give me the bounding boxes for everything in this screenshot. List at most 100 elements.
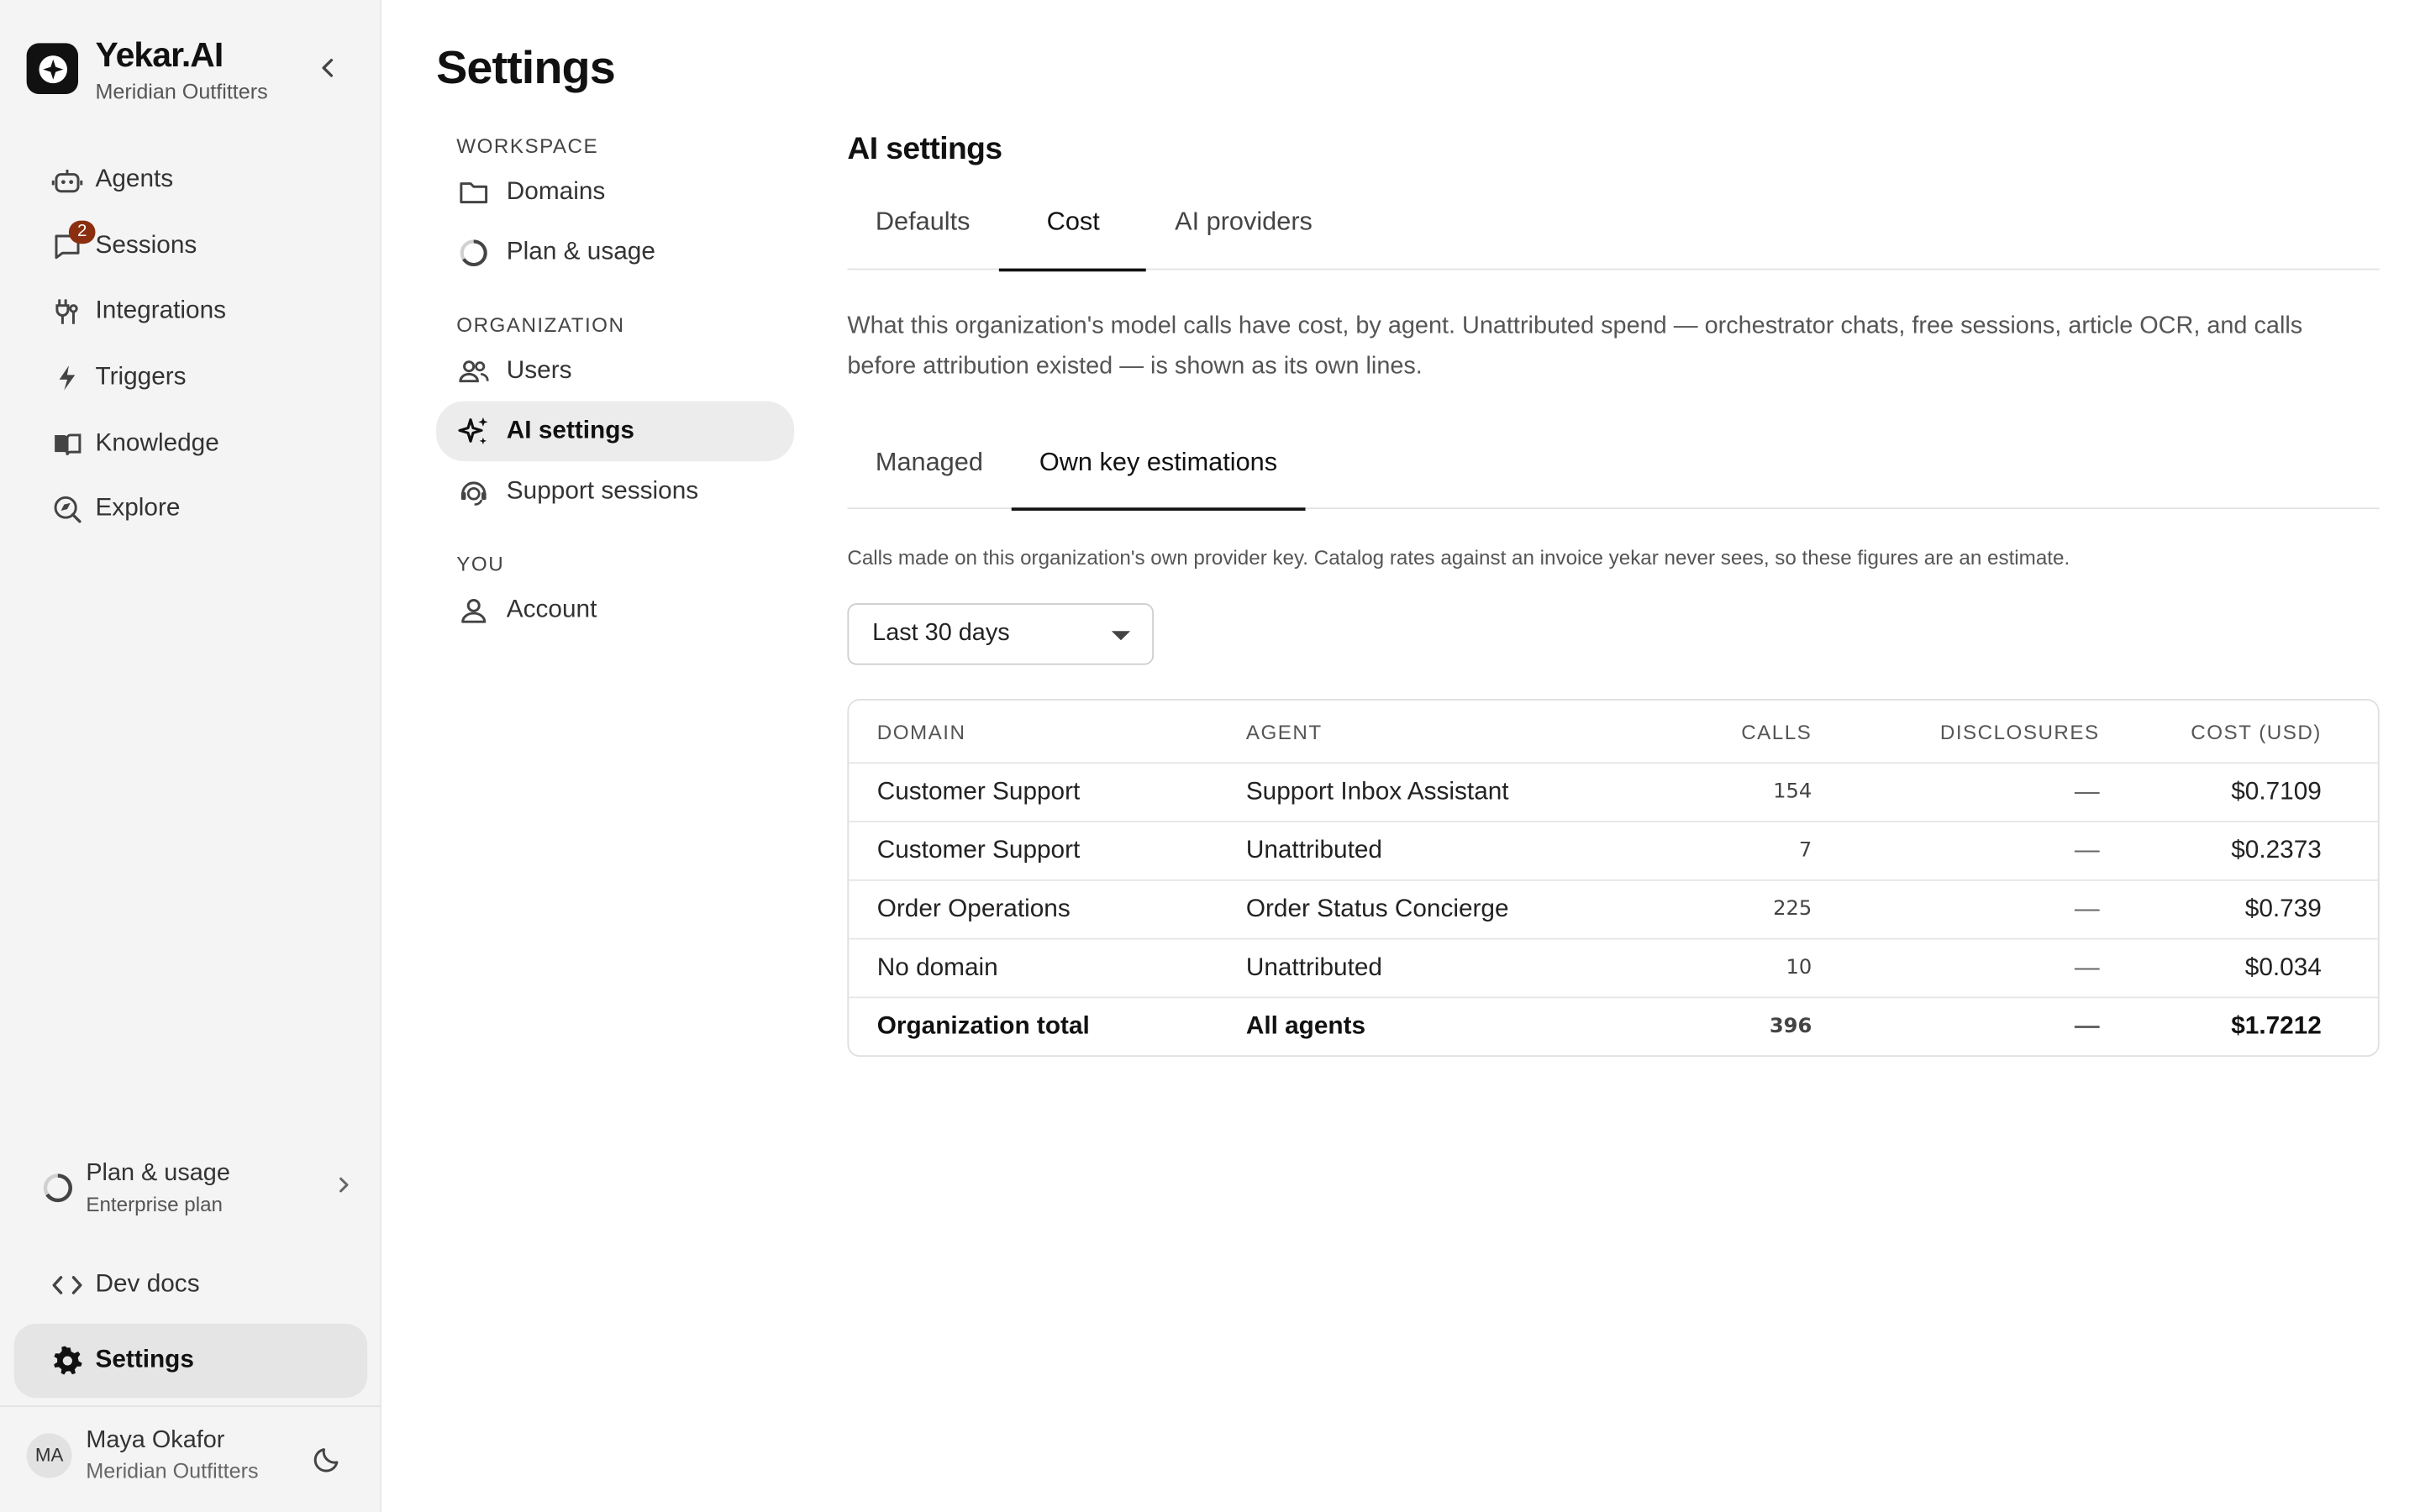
cell-domain: Order Operations [876,895,1071,922]
gear-icon [50,1346,85,1377]
estimate-note: Calls made on this organization's own pr… [847,546,2070,570]
theme-toggle-button[interactable] [313,1442,344,1481]
cell-cost: $0.739 [2244,895,2322,922]
brand-name: Yekar.AI [95,35,224,75]
nav-item-agents[interactable]: Agents [31,148,360,213]
cost-description: What this organization's model calls hav… [847,312,2303,380]
cell-agent: Support Inbox Assistant [1245,778,1509,805]
settings-group-heading: ORGANIZATION [456,312,625,337]
cell-agent: Unattributed [1245,953,1383,981]
tab-cost[interactable]: Cost [997,190,1147,272]
chat-icon: 2 [50,220,96,263]
nav-item-triggers[interactable]: Triggers [31,345,360,411]
cell-domain: Organization total [876,1012,1090,1040]
table-row[interactable]: No domain Unattributed 10 — $0.034 [849,937,2378,997]
column-header-domain[interactable]: DOMAIN [849,720,1246,743]
nav-label: Dev docs [95,1271,200,1298]
nav-item-knowledge[interactable]: Knowledge [31,411,360,476]
cell-domain: No domain [876,953,998,981]
nav-label: Integrations [95,298,227,325]
code-icon [50,1273,85,1297]
column-header-disclosures[interactable]: DISCLOSURES [1812,720,2099,743]
settings-item-support-sessions[interactable]: Support sessions [436,461,794,522]
cell-domain: Customer Support [876,837,1081,864]
chevron-left-icon [322,58,334,77]
nav-item-explore[interactable]: Explore [31,476,360,542]
brand-logo-icon [26,43,79,95]
settings-item-ai-settings[interactable]: AI settings [436,401,795,462]
tab-managed[interactable]: Managed [847,429,1011,510]
table-row[interactable]: Customer Support Support Inbox Assistant… [849,762,2378,821]
cell-disclosures: — [2074,837,2100,864]
nav-item-sessions[interactable]: 2 Sessions [31,214,360,280]
cell-agent: All agents [1245,1012,1366,1040]
sessions-count-badge: 2 [68,220,96,244]
column-header-cost[interactable]: COST (USD) [2100,720,2350,743]
cell-disclosures: — [2074,1012,2100,1040]
cell-disclosures: — [2074,953,2100,981]
nav-label: Sessions [95,233,197,260]
nav-label: Knowledge [95,429,219,457]
settings-item-domains[interactable]: Domains [436,162,794,223]
lightning-icon [50,361,85,395]
table-total-row: Organization total All agents 396 — $1.7… [849,996,2378,1056]
usage-ring-icon [38,1171,78,1205]
user-menu[interactable]: MA Maya Okafor Meridian Outfitters [26,1427,259,1483]
cell-cost: $0.7109 [2231,778,2322,805]
cell-agent: Order Status Concierge [1245,895,1509,922]
settings-nav: WORKSPACE Domains Plan & usage ORGANIZAT… [436,131,795,641]
tab-ai-providers[interactable]: AI providers [1147,190,1341,270]
cell-cost: $0.2373 [2231,837,2322,864]
column-header-calls[interactable]: CALLS [1653,720,1812,743]
book-icon [50,427,85,460]
date-range-value: Last 30 days [872,620,1010,647]
nav-label: Settings [95,1347,194,1373]
chevron-right-icon [336,1174,352,1204]
plan-usage-card[interactable]: Plan & usage Enterprise plan [38,1149,358,1226]
nav-label: Agents [95,166,174,194]
caret-down-icon [1111,631,1131,641]
usage-ring-icon [456,237,491,268]
cell-calls: 10 [1786,956,1812,980]
settings-group-heading: YOU [456,552,505,576]
explore-icon [50,492,85,526]
column-header-agent[interactable]: AGENT [1246,720,1653,743]
person-icon [456,595,491,626]
cell-calls: 396 [1769,1015,1812,1039]
cell-calls: 225 [1773,897,1812,921]
support-agent-icon [456,476,491,507]
cell-calls: 154 [1773,780,1812,804]
settings-item-plan-usage[interactable]: Plan & usage [436,222,794,282]
cell-cost: $0.034 [2244,953,2322,981]
cell-disclosures: — [2074,895,2100,922]
nav-item-settings[interactable]: Settings [13,1323,368,1399]
collapse-sidebar-button[interactable] [313,52,344,83]
ai-settings-tabs: Defaults Cost AI providers [847,190,2380,272]
brand[interactable]: Yekar.AI Meridian Outfitters [26,35,268,104]
settings-item-users[interactable]: Users [436,341,794,402]
divider [0,1405,381,1408]
tab-own-key-estimations[interactable]: Own key estimations [1011,429,1307,511]
settings-item-label: Domains [506,178,606,205]
settings-item-label: Plan & usage [506,238,655,265]
cell-calls: 7 [1798,839,1812,863]
table-header-row: DOMAIN AGENT CALLS DISCLOSURES COST (USD… [849,701,2378,762]
users-icon [456,357,491,385]
table-row[interactable]: Order Operations Order Status Concierge … [849,879,2378,938]
cell-cost: $1.7212 [2231,1012,2322,1040]
table-row[interactable]: Customer Support Unattributed 7 — $0.237… [849,821,2378,879]
tab-defaults[interactable]: Defaults [847,190,998,270]
settings-group-heading: WORKSPACE [456,134,599,158]
cost-subtabs: Managed Own key estimations [847,429,2380,511]
cell-disclosures: — [2074,778,2100,805]
nav-item-dev-docs[interactable]: Dev docs [50,1265,200,1305]
settings-item-label: AI settings [506,417,634,444]
page-title: Settings [436,43,616,95]
avatar: MA [26,1432,72,1478]
nav-item-integrations[interactable]: Integrations [31,280,360,345]
nav-label: Explore [95,496,181,522]
date-range-select[interactable]: Last 30 days [847,603,1155,665]
brand-org: Meridian Outfitters [95,80,268,104]
settings-item-account[interactable]: Account [436,580,794,641]
plan-title: Plan & usage [86,1160,230,1187]
